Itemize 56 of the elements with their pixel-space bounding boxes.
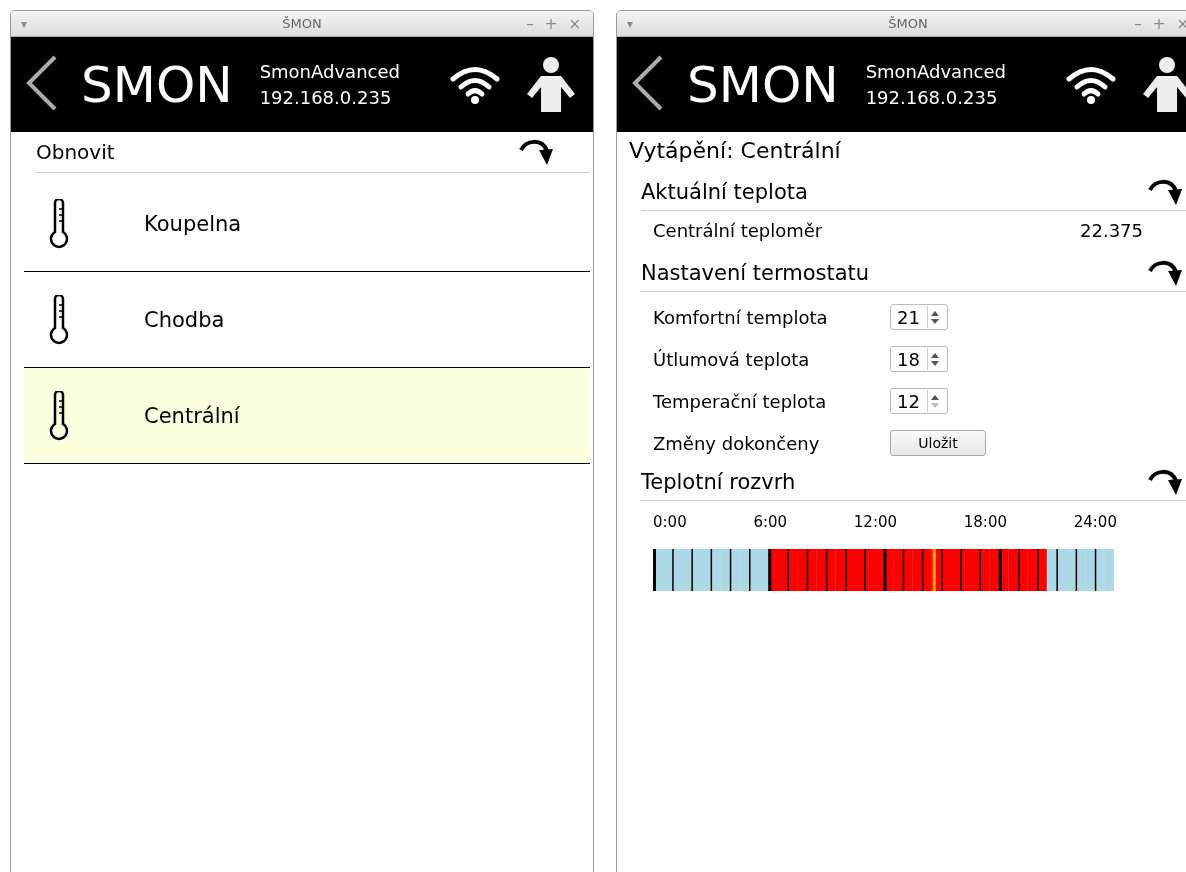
window-control[interactable]: + <box>544 14 558 33</box>
device-name: SmonAdvanced <box>259 61 400 82</box>
section-title: Teplotní rozvrh <box>641 470 796 494</box>
refresh-icon[interactable] <box>1147 467 1183 497</box>
schedule-slot[interactable] <box>720 549 731 591</box>
section-title: Aktuální teplota <box>641 180 808 204</box>
device-address: 192.168.0.235 <box>865 87 999 108</box>
person-icon[interactable] <box>1141 56 1186 113</box>
window-menu-button[interactable]: ▾ <box>21 16 28 31</box>
time-tick: 18:00 <box>963 513 1007 531</box>
app-logo: SMON <box>81 59 233 110</box>
number-spinner[interactable]: 18 <box>890 346 948 372</box>
app-logo: SMON <box>687 59 839 110</box>
window-menu-button[interactable]: ▾ <box>627 16 634 31</box>
reading-value: 22.375 <box>1080 219 1143 241</box>
number-spinner[interactable]: 12 <box>890 388 948 414</box>
setting-label: Komfortní templota <box>653 306 829 328</box>
device-address: 192.168.0.235 <box>259 87 393 108</box>
setting-label: Temperační teplota <box>653 390 828 412</box>
number-spinner[interactable]: 21 <box>890 304 948 330</box>
schedule-slot[interactable] <box>758 549 769 591</box>
window-control[interactable]: × <box>568 14 581 33</box>
time-tick: 12:00 <box>853 513 898 531</box>
setting-label: Změny dokončeny <box>653 432 821 454</box>
schedule-slot[interactable] <box>662 549 673 591</box>
up-arrow-icon <box>931 352 939 358</box>
wifi-icon[interactable] <box>1065 65 1117 104</box>
up-arrow-icon <box>931 394 939 400</box>
refresh-label: Obnovit <box>36 140 115 164</box>
window-title: ŠMON <box>888 16 928 31</box>
refresh-icon[interactable] <box>518 137 554 167</box>
thermometer-icon <box>48 294 70 345</box>
refresh-icon[interactable] <box>1147 258 1183 288</box>
time-tick: 0:00 <box>653 513 687 531</box>
time-tick: 24:00 <box>1073 513 1117 531</box>
device-name: SmonAdvanced <box>865 61 1006 82</box>
room-item[interactable]: Koupelna <box>24 176 590 272</box>
section-title: Nastavení termostatu <box>641 261 870 285</box>
window-control[interactable]: – <box>526 14 534 33</box>
window-control[interactable]: – <box>1134 14 1142 33</box>
person-icon[interactable] <box>525 56 577 113</box>
up-arrow-icon <box>931 310 939 316</box>
window-title: ŠMON <box>282 16 322 31</box>
save-button[interactable]: Uložit <box>890 430 986 456</box>
time-tick: 6:00 <box>753 513 788 531</box>
reading-label: Centrální teploměr <box>653 219 823 241</box>
page-heading: Vytápění: Centrální <box>629 136 842 165</box>
wifi-icon[interactable] <box>449 65 501 104</box>
refresh-icon[interactable] <box>1147 177 1183 207</box>
thermometer-icon <box>48 390 70 441</box>
window-control[interactable]: + <box>1152 14 1166 33</box>
room-item[interactable]: Centrální <box>24 368 590 464</box>
setting-label: Útlumová teplota <box>653 348 811 370</box>
schedule-slot[interactable] <box>739 549 750 591</box>
thermometer-icon <box>48 198 70 249</box>
schedule-slot[interactable] <box>1085 549 1096 591</box>
